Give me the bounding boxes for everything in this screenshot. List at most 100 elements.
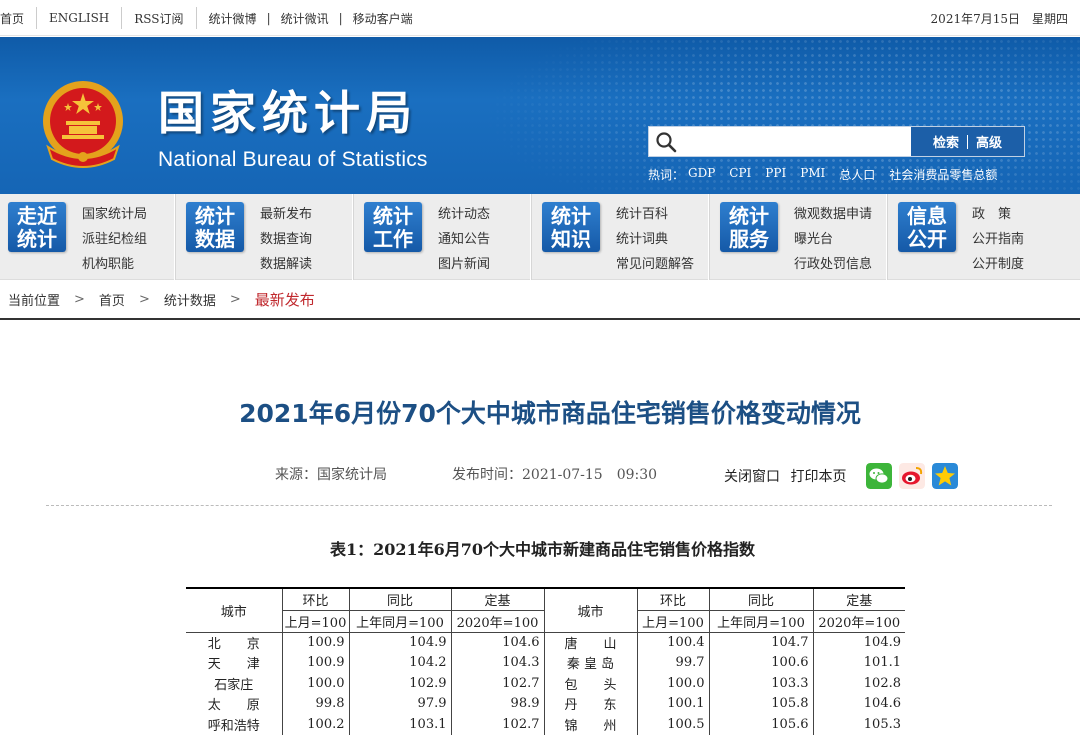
- weibo-share-icon[interactable]: [899, 463, 925, 489]
- english-link[interactable]: ENGLISH: [41, 11, 117, 25]
- divider: [46, 505, 1052, 506]
- nav-link[interactable]: 行政处罚信息: [794, 252, 872, 277]
- advanced-search-button[interactable]: 高级: [968, 132, 1010, 151]
- current-date: 2021年7月15日 星期四: [930, 12, 1068, 26]
- mobile-client-link[interactable]: 移动客户端: [351, 10, 421, 27]
- value-cell: 100.1: [636, 693, 709, 714]
- breadcrumb-section[interactable]: 统计数据: [164, 290, 216, 309]
- nav-link[interactable]: 曝光台: [794, 227, 872, 252]
- divider: [195, 7, 197, 29]
- value-cell: 100.9: [281, 652, 349, 673]
- column-header: 同比: [348, 588, 451, 611]
- national-emblem-icon: [43, 81, 123, 168]
- weibo-link[interactable]: 统计微博: [201, 10, 259, 27]
- table-row: 北 京 100.9 104.9 104.6 唐 山 100.4 104.7 10…: [186, 632, 905, 653]
- nav-badge[interactable]: 统计 服务: [720, 202, 778, 252]
- divider: [708, 194, 709, 280]
- value-cell: 102.8: [812, 673, 905, 694]
- value-cell: 99.7: [636, 652, 709, 673]
- value-cell: 101.1: [812, 652, 905, 673]
- nav-link[interactable]: 微观数据申请: [794, 202, 872, 227]
- table-row: 石家庄 100.0 102.9 102.7 包 头 100.0 103.3 10…: [186, 673, 905, 694]
- search-box[interactable]: 检索 高级: [648, 126, 1025, 157]
- nav-link[interactable]: 机构职能: [82, 252, 147, 277]
- hot-word[interactable]: PPI: [765, 166, 786, 183]
- wechat-share-icon[interactable]: [866, 463, 892, 489]
- city-cell: 丹 东: [543, 693, 637, 714]
- nav-badge[interactable]: 统计 知识: [542, 202, 600, 252]
- nav-link[interactable]: 常见问题解答: [616, 252, 694, 277]
- value-cell: 105.3: [812, 714, 905, 735]
- nav-link[interactable]: 统计百科: [616, 202, 694, 227]
- table-row: 天 津 100.9 104.2 104.3 秦 皇 岛 99.7 100.6 1…: [186, 652, 905, 673]
- article-source: 来源：国家统计局: [275, 467, 387, 483]
- column-header: 城市: [543, 588, 637, 633]
- home-link[interactable]: 首页: [0, 10, 32, 27]
- breadcrumb-current[interactable]: 最新发布: [255, 289, 315, 310]
- value-cell: 104.3: [450, 652, 544, 673]
- column-subheader: 上月=100: [281, 610, 349, 633]
- hot-word[interactable]: CPI: [729, 166, 751, 183]
- site-name-chinese: 国家统计局: [158, 86, 418, 140]
- chevron-right-icon: >: [74, 291, 85, 307]
- nav-link[interactable]: 国家统计局: [82, 202, 147, 227]
- hot-words-label: 热词：: [648, 168, 685, 182]
- nav-link[interactable]: 最新发布: [260, 202, 312, 227]
- value-cell: 100.0: [636, 673, 709, 694]
- nav-badge[interactable]: 统计 工作: [364, 202, 422, 252]
- table-row: 呼和浩特 100.2 103.1 102.7 锦 州 100.5 105.6 1…: [186, 714, 905, 735]
- search-icon: [656, 132, 677, 153]
- site-header: 国家统计局 National Bureau of Statistics 检索 高…: [0, 37, 1080, 194]
- print-button[interactable]: 打印本页: [790, 469, 846, 485]
- site-name-english: National Bureau of Statistics: [158, 148, 428, 171]
- value-cell: 99.8: [281, 693, 349, 714]
- breadcrumb: 当前位置 > 首页 > 统计数据 > 最新发布: [0, 280, 1080, 320]
- nav-link[interactable]: 统计动态: [438, 202, 490, 227]
- nav-links: 微观数据申请 曝光台 行政处罚信息: [794, 202, 872, 277]
- divider: [352, 194, 353, 280]
- search-button[interactable]: 检索: [925, 132, 967, 151]
- divider: [36, 7, 38, 29]
- city-cell: 石家庄: [214, 677, 254, 693]
- top-bar: 首页 ENGLISH RSS订阅 统计微博 | 统计微讯 | 移动客户端 202…: [0, 0, 1080, 36]
- nav-link[interactable]: 数据解读: [260, 252, 312, 277]
- hot-word[interactable]: 总人口: [839, 166, 875, 183]
- close-window-button[interactable]: 关闭窗口: [724, 469, 780, 485]
- nav-links: 统计百科 统计词典 常见问题解答: [616, 202, 694, 277]
- chevron-right-icon: >: [229, 291, 241, 307]
- article-publish-time: 发布时间：2021-07-15 09:30: [452, 467, 658, 483]
- hot-word[interactable]: GDP: [688, 166, 715, 183]
- value-cell: 103.3: [708, 673, 813, 694]
- hot-word[interactable]: 社会消费品零售总额: [889, 166, 997, 183]
- value-cell: 102.7: [450, 673, 544, 694]
- hot-word[interactable]: PMI: [800, 166, 825, 183]
- nav-link[interactable]: 数据查询: [260, 227, 312, 252]
- nav-link[interactable]: 政 策: [972, 202, 1024, 227]
- nav-link[interactable]: 通知公告: [438, 227, 490, 252]
- top-links: 首页 ENGLISH RSS订阅 统计微博 | 统计微讯 | 移动客户端: [0, 0, 421, 36]
- nav-links: 最新发布 数据查询 数据解读: [260, 202, 312, 277]
- rss-link[interactable]: RSS订阅: [126, 10, 191, 27]
- breadcrumb-home[interactable]: 首页: [99, 290, 125, 309]
- nav-link[interactable]: 公开制度: [972, 252, 1024, 277]
- article-tools: 关闭窗口 打印本页: [724, 466, 852, 486]
- breadcrumb-label: 当前位置: [8, 293, 61, 309]
- city-cell: 包 头: [543, 673, 637, 694]
- main-nav: 走近 统计 国家统计局 派驻纪检组 机构职能 统计 数据 最新发布 数据查询 数据解…: [0, 194, 1080, 280]
- column-header: 城市: [186, 588, 282, 633]
- table-caption: 表1：2021年6月70个大中城市新建商品住宅销售价格指数: [329, 540, 756, 559]
- nav-link[interactable]: 图片新闻: [438, 252, 490, 277]
- nav-link[interactable]: 统计词典: [616, 227, 694, 252]
- table-row: 太 原 99.8 97.9 98.9 丹 东 100.1 105.8 104.6: [186, 693, 905, 714]
- city-cell: 天 津: [207, 657, 260, 673]
- nav-badge[interactable]: 信息 公开: [898, 202, 956, 252]
- weixin-link[interactable]: 统计微讯: [279, 10, 331, 27]
- divider: |: [338, 11, 343, 25]
- nav-badge[interactable]: 统计 数据: [186, 202, 244, 252]
- city-cell: 秦 皇 岛: [543, 652, 637, 673]
- nav-link[interactable]: 公开指南: [972, 227, 1024, 252]
- nav-link[interactable]: 派驻纪检组: [82, 227, 147, 252]
- qzone-share-icon[interactable]: [932, 463, 958, 489]
- nav-badge[interactable]: 走近 统计: [8, 202, 66, 252]
- value-cell: 102.9: [348, 673, 451, 694]
